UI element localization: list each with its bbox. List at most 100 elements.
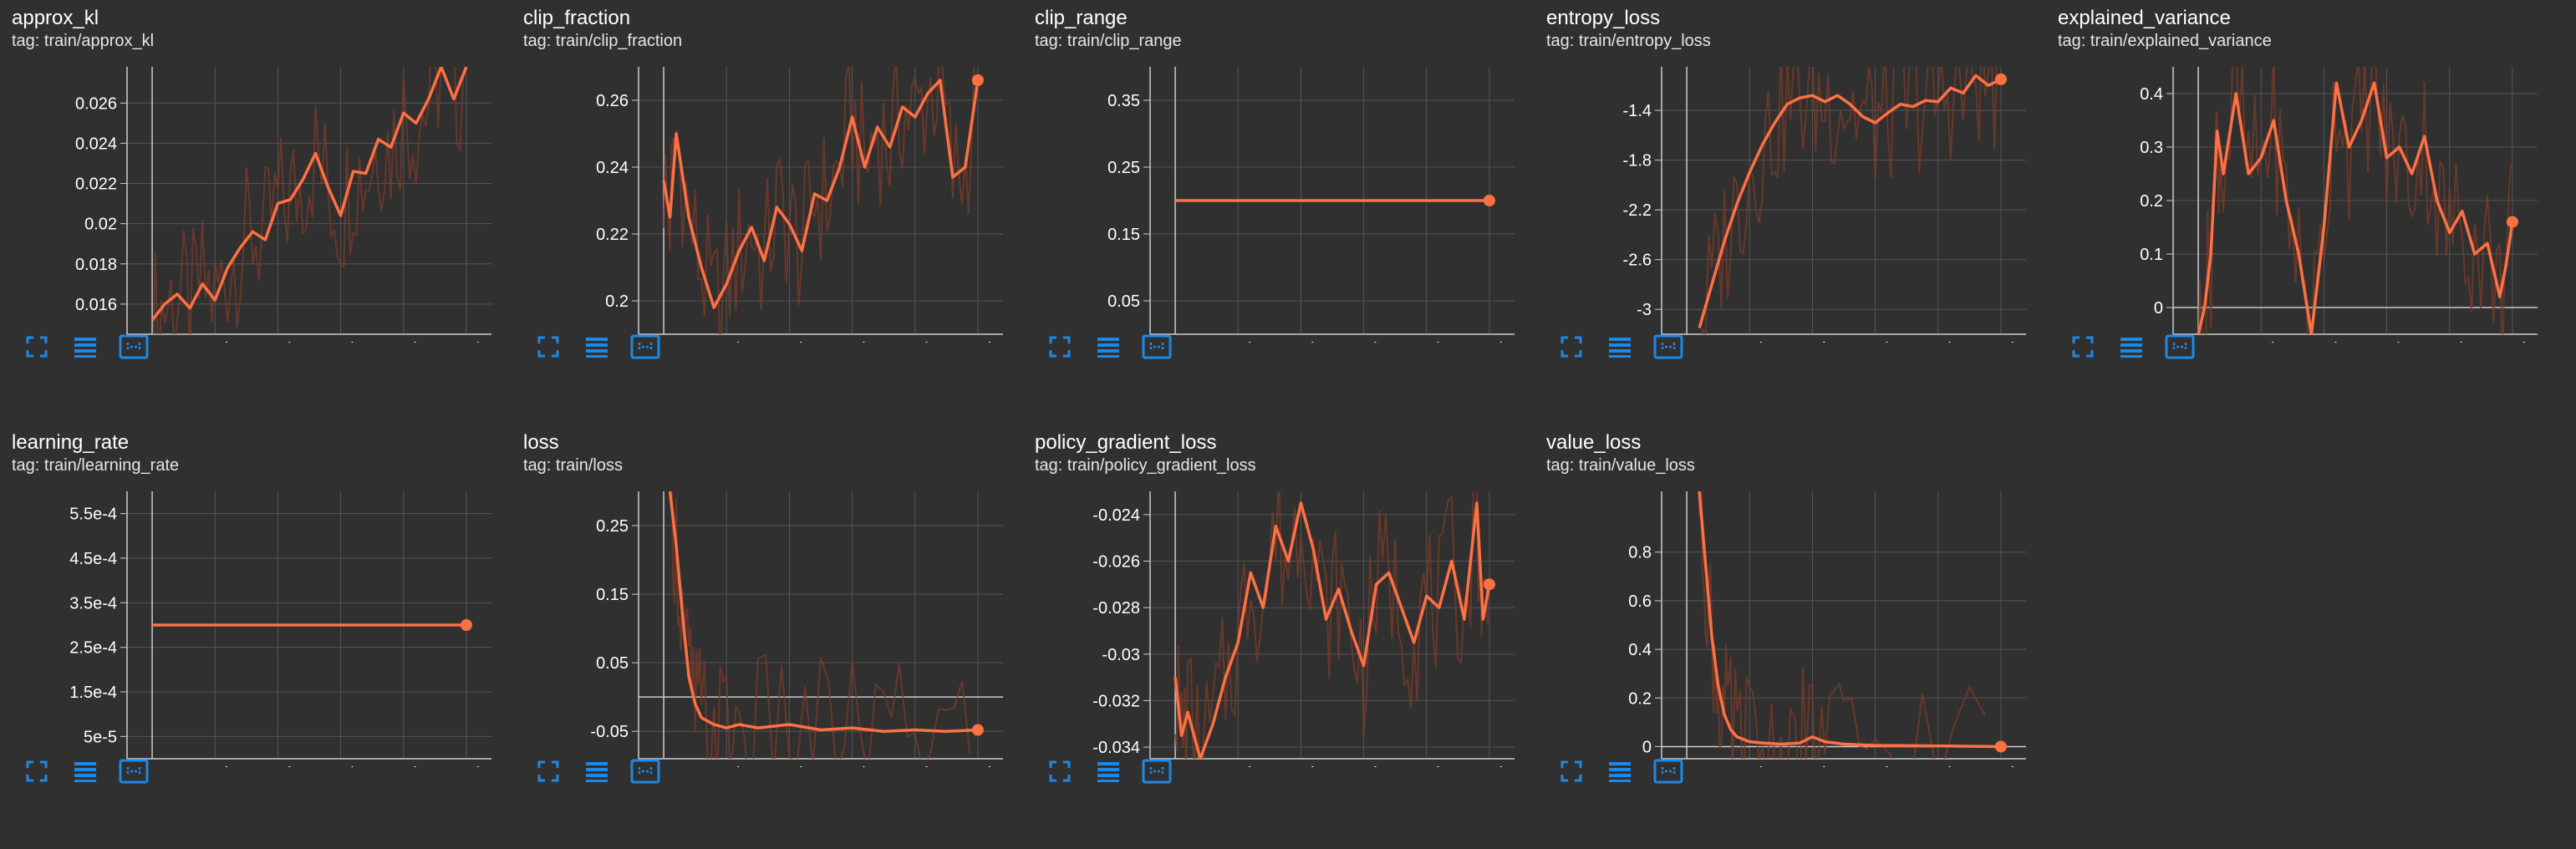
x-tick-label: 300k bbox=[834, 765, 871, 767]
fullscreen-icon bbox=[2066, 336, 2100, 367]
card-title: learning_rate bbox=[12, 431, 130, 454]
chart-plot[interactable]: 0100k200k300k400k500k-0.050.050.150.25 bbox=[512, 475, 1013, 767]
list-button[interactable] bbox=[69, 755, 102, 788]
fit-domain-button[interactable] bbox=[1652, 330, 1685, 363]
list-button[interactable] bbox=[1603, 330, 1637, 363]
x-tick-label: 300k bbox=[1857, 340, 1894, 343]
fullscreen-button[interactable] bbox=[20, 330, 53, 363]
y-tick-label: -1.4 bbox=[1623, 102, 1652, 120]
series-line bbox=[1698, 491, 2001, 749]
fullscreen-button[interactable] bbox=[532, 755, 565, 788]
scalar-card-value-loss: value_loss tag: train/value_loss 0 100k 200k… bbox=[1535, 424, 2036, 834]
x-tick-label: 200k bbox=[260, 765, 297, 767]
fullscreen-button[interactable] bbox=[20, 755, 53, 788]
y-tick-label: -0.032 bbox=[1092, 692, 1140, 710]
y-tick-label: 0.026 bbox=[75, 94, 117, 113]
y-tick-label: 0.4 bbox=[1628, 641, 1652, 659]
fit-domain-icon bbox=[117, 334, 150, 367]
list-icon bbox=[2115, 338, 2148, 367]
fullscreen-button[interactable] bbox=[1043, 755, 1077, 788]
fit-domain-button[interactable] bbox=[629, 330, 662, 363]
fit-domain-icon bbox=[1652, 334, 1685, 367]
x-tick-label: 400k bbox=[385, 340, 422, 343]
last-point-marker bbox=[460, 619, 472, 631]
card-title: explained_variance bbox=[2058, 7, 2231, 29]
y-tick-label: -0.026 bbox=[1092, 552, 1140, 571]
list-icon bbox=[1603, 762, 1637, 791]
list-icon bbox=[69, 338, 102, 367]
list-button[interactable] bbox=[1092, 755, 1125, 788]
list-icon bbox=[1092, 338, 1125, 367]
x-tick-label: 400k bbox=[2431, 340, 2468, 343]
x-tick-label: 500k bbox=[1471, 340, 1508, 343]
list-icon bbox=[69, 762, 102, 791]
x-tick-label: 500k bbox=[1983, 765, 2019, 767]
y-tick-label: 0.24 bbox=[596, 159, 629, 177]
x-tick-label: 500k bbox=[448, 340, 485, 343]
card-tag: tag: train/value_loss bbox=[1546, 456, 1695, 475]
chart-plot[interactable]: 0100k200k300k400k500k00.20.40.60.8 bbox=[1535, 475, 2036, 767]
scalar-card-policy-gradient-loss: policy_gradient_loss tag: train/policy_gr… bbox=[1023, 424, 1525, 834]
x-tick-label: 500k bbox=[2494, 340, 2531, 343]
list-button[interactable] bbox=[1603, 755, 1637, 788]
x-tick-label: 400k bbox=[897, 340, 934, 343]
list-button[interactable] bbox=[2115, 330, 2148, 363]
scalar-card-clip-range: clip_rangetag: train/clip_range0100k200k… bbox=[1023, 0, 1525, 409]
last-point-marker bbox=[2506, 216, 2518, 228]
card-tag: tag: train/approx_kl bbox=[12, 32, 155, 50]
fullscreen-button[interactable] bbox=[1555, 755, 1588, 788]
x-tick-label: 300k bbox=[1857, 765, 1894, 767]
fullscreen-icon bbox=[1043, 336, 1077, 367]
list-button[interactable] bbox=[580, 330, 613, 363]
fullscreen-button[interactable] bbox=[1555, 330, 1588, 363]
fit-domain-button[interactable] bbox=[117, 330, 150, 363]
fullscreen-button[interactable] bbox=[532, 330, 565, 363]
raw-series-line bbox=[152, 67, 465, 334]
fit-domain-button[interactable] bbox=[629, 755, 662, 788]
fit-domain-icon bbox=[2163, 334, 2197, 367]
y-tick-label: 4.5e-4 bbox=[69, 550, 117, 568]
x-tick-label: 100k bbox=[2243, 340, 2280, 343]
last-point-marker bbox=[971, 74, 984, 86]
y-tick-label: 0.2 bbox=[1628, 689, 1652, 708]
scalar-card-explained-variance: explained_variance tag: train/explained_v… bbox=[2046, 0, 2548, 409]
fullscreen-button[interactable] bbox=[1043, 330, 1077, 363]
fit-domain-button[interactable] bbox=[117, 755, 150, 788]
list-icon bbox=[580, 762, 613, 791]
card-tag: tag: train/learning_rate bbox=[12, 456, 180, 475]
card-title: loss bbox=[523, 431, 559, 454]
y-tick-label: 0.016 bbox=[75, 296, 117, 314]
x-tick-label: 400k bbox=[385, 765, 422, 767]
fit-domain-icon bbox=[117, 759, 150, 791]
fit-domain-button[interactable] bbox=[1140, 755, 1173, 788]
x-tick-label: 200k bbox=[771, 765, 808, 767]
chart-plot[interactable]: 0100k200k300k400k500k-0.034-0.032-0.03-0… bbox=[1023, 475, 1525, 767]
y-tick-label: -0.05 bbox=[590, 723, 629, 741]
list-button[interactable] bbox=[580, 755, 613, 788]
y-tick-label: 3.5e-4 bbox=[69, 594, 117, 613]
chart-plot[interactable]: 0100k200k300k400k500k0.0160.0180.020.022… bbox=[0, 50, 501, 343]
y-tick-label: 5e-5 bbox=[84, 728, 117, 746]
fit-domain-button[interactable] bbox=[1652, 755, 1685, 788]
card-tag: tag: train/clip_range bbox=[1035, 32, 1182, 50]
fullscreen-button[interactable] bbox=[2066, 330, 2100, 363]
raw-series-line bbox=[1174, 491, 1489, 759]
list-button[interactable] bbox=[69, 330, 102, 363]
y-tick-label: 0.6 bbox=[1628, 592, 1652, 611]
fullscreen-icon bbox=[20, 336, 53, 367]
x-tick-label: 400k bbox=[1408, 340, 1445, 343]
fullscreen-icon bbox=[532, 760, 565, 791]
y-tick-label: 0.15 bbox=[596, 586, 629, 604]
list-button[interactable] bbox=[1092, 330, 1125, 363]
x-tick-label: 100k bbox=[1220, 765, 1257, 767]
chart-plot[interactable]: 0100k200k300k400k500k5e-51.5e-42.5e-43.5… bbox=[0, 475, 501, 767]
chart-plot[interactable]: 0100k200k300k400k500k-3-2.6-2.2-1.8-1.4 bbox=[1535, 50, 2036, 343]
card-tag: tag: train/loss bbox=[523, 456, 623, 475]
fullscreen-icon bbox=[1555, 760, 1588, 791]
fit-domain-button[interactable] bbox=[2163, 330, 2197, 363]
raw-series-line bbox=[1698, 491, 1986, 759]
chart-plot[interactable]: 0100k200k300k400k500k0.20.220.240.26 bbox=[512, 50, 1013, 343]
chart-plot[interactable]: 0100k200k300k400k500k00.10.20.30.4 bbox=[2046, 50, 2548, 343]
fit-domain-button[interactable] bbox=[1140, 330, 1173, 363]
chart-plot[interactable]: 0100k200k300k400k500k0.050.150.250.35 bbox=[1023, 50, 1525, 343]
